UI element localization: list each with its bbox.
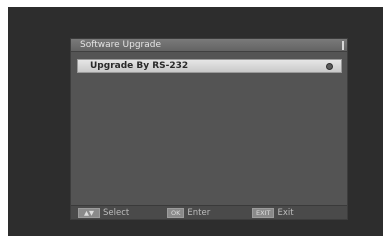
dialog-title-bar: Software Upgrade xyxy=(71,39,347,52)
menu-item-label: Upgrade By RS-232 xyxy=(90,61,189,71)
tv-screen: Software Upgrade Upgrade By RS-232 ▲▼ Se… xyxy=(8,7,383,236)
menu-item-upgrade-rs232[interactable]: Upgrade By RS-232 xyxy=(77,59,342,73)
up-down-key-icon: ▲▼ xyxy=(78,208,100,218)
software-upgrade-dialog: Software Upgrade Upgrade By RS-232 ▲▼ Se… xyxy=(70,38,348,220)
radio-dot-icon xyxy=(326,63,333,70)
ok-key-icon: OK xyxy=(167,208,185,218)
exit-key-icon: EXIT xyxy=(252,208,275,218)
hint-enter: OK Enter xyxy=(167,207,210,219)
title-bar-marker xyxy=(342,41,344,50)
hint-select-label: Select xyxy=(103,208,130,218)
footer-hint-bar: ▲▼ Select OK Enter EXIT Exit xyxy=(71,205,347,219)
dialog-title: Software Upgrade xyxy=(80,40,162,50)
hint-select: ▲▼ Select xyxy=(78,207,129,219)
hint-enter-label: Enter xyxy=(187,208,211,218)
hint-exit: EXIT Exit xyxy=(252,207,294,219)
hint-exit-label: Exit xyxy=(277,208,294,218)
